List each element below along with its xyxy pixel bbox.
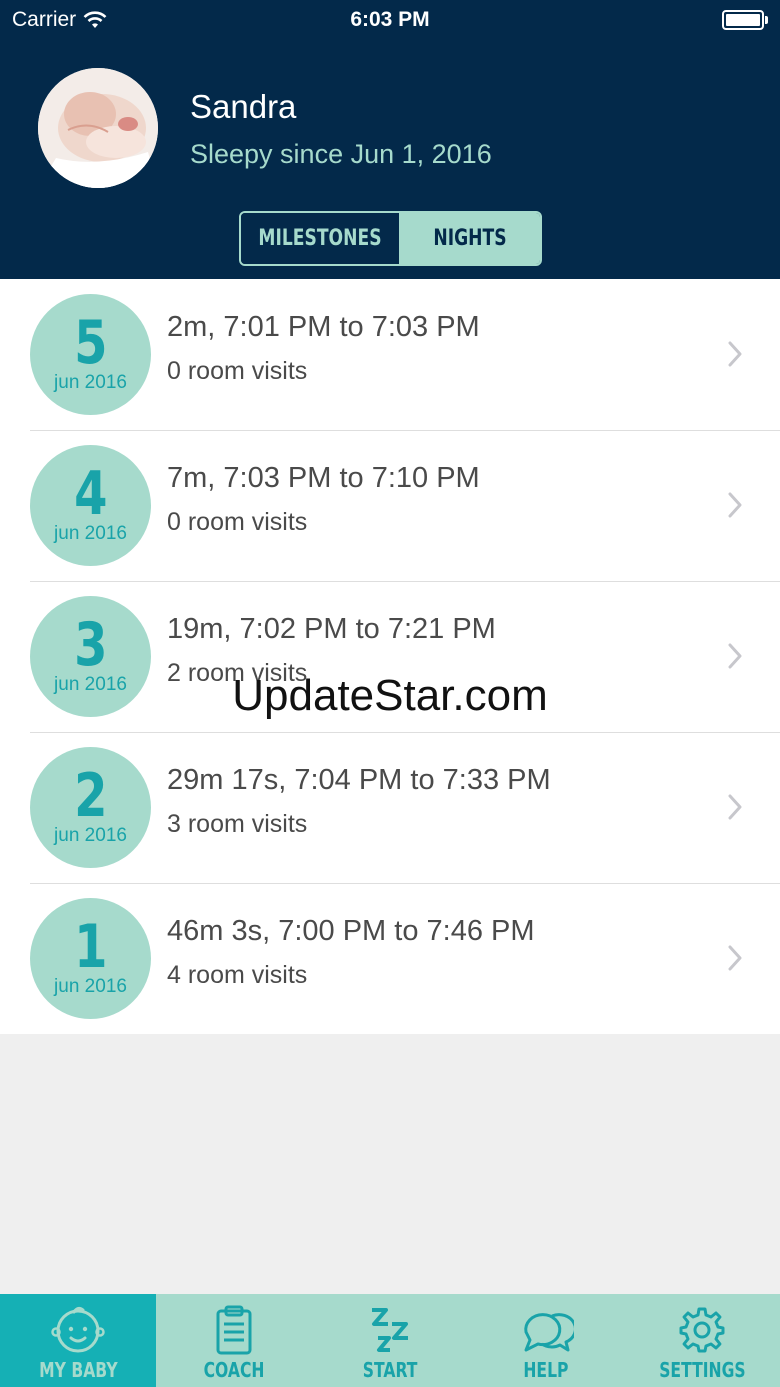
chevron-right-icon [728,643,742,669]
segment-nights-label: NIGHTS [432,226,507,251]
night-room-visits: 2 room visits [167,659,308,687]
night-room-visits: 3 room visits [167,810,308,838]
tab-help-label: HELP [523,1358,569,1382]
night-row[interactable]: 3 jun 2016 19m, 7:02 PM to 7:21 PM 2 roo… [0,581,780,732]
night-month: jun 2016 [54,674,127,695]
battery-icon [722,10,768,30]
night-date-badge: 5 jun 2016 [30,294,151,415]
baby-face-icon [51,1306,105,1353]
status-time: 6:03 PM [350,8,430,31]
night-month: jun 2016 [54,976,127,997]
tab-my-baby-label: MY BABY [38,1358,118,1382]
nights-list: 5 jun 2016 2m, 7:01 PM to 7:03 PM 0 room… [0,279,780,1034]
night-row[interactable]: 1 jun 2016 46m 3s, 7:00 PM to 7:46 PM 4 … [0,883,780,1034]
tab-settings-label: SETTINGS [658,1358,746,1382]
night-duration: 2m, 7:01 PM to 7:03 PM [167,311,480,343]
night-duration: 29m 17s, 7:04 PM to 7:33 PM [167,764,551,796]
night-duration: 19m, 7:02 PM to 7:21 PM [167,613,496,645]
clipboard-icon [216,1305,252,1355]
night-duration: 7m, 7:03 PM to 7:10 PM [167,462,480,494]
baby-photo [38,68,158,188]
night-day-number: 4 [73,459,108,529]
night-row[interactable]: 5 jun 2016 2m, 7:01 PM to 7:03 PM 0 room… [0,279,780,430]
tab-start-label: START [362,1358,418,1382]
night-day-number: 5 [73,308,108,378]
night-day-number: 2 [73,761,108,831]
segment-milestones[interactable]: MILESTONES [241,213,399,264]
chevron-right-icon [728,341,742,367]
night-month: jun 2016 [54,372,127,393]
gear-icon [679,1307,725,1353]
baby-subtitle: Sleepy since Jun 1, 2016 [190,139,492,169]
night-date-badge: 1 jun 2016 [30,898,151,1019]
night-room-visits: 4 room visits [167,961,308,989]
night-date-badge: 2 jun 2016 [30,747,151,868]
night-day-number: 1 [73,912,108,982]
night-room-visits: 0 room visits [167,508,308,536]
baby-name: Sandra [190,88,297,125]
tab-start[interactable]: START [312,1294,468,1387]
chat-bubbles-icon [524,1313,574,1352]
tab-bar: MY BABY COACH START HELP SETTINGS [0,1294,780,1387]
tab-my-baby[interactable]: MY BABY [0,1294,156,1387]
segment-nights[interactable]: NIGHTS [398,213,540,264]
night-date-badge: 4 jun 2016 [30,445,151,566]
tab-coach[interactable]: COACH [156,1294,312,1387]
night-row[interactable]: 4 jun 2016 7m, 7:03 PM to 7:10 PM 0 room… [0,430,780,581]
tab-settings[interactable]: SETTINGS [624,1294,780,1387]
night-room-visits: 0 room visits [167,357,308,385]
chevron-right-icon [728,492,742,518]
view-segmented-control: MILESTONES NIGHTS [239,211,542,266]
tab-coach-label: COACH [203,1358,265,1382]
night-month: jun 2016 [54,523,127,544]
profile-header: Carrier 6:03 PM Sandra Sleepy since Jun … [0,0,780,279]
chevron-right-icon [728,945,742,971]
avatar[interactable] [38,68,158,188]
zzz-icon [372,1308,408,1352]
segment-milestones-label: MILESTONES [258,226,382,251]
night-day-number: 3 [73,610,108,680]
status-bar: Carrier 6:03 PM [0,0,780,40]
chevron-right-icon [728,794,742,820]
night-duration: 46m 3s, 7:00 PM to 7:46 PM [167,915,535,947]
night-row[interactable]: 2 jun 2016 29m 17s, 7:04 PM to 7:33 PM 3… [0,732,780,883]
night-date-badge: 3 jun 2016 [30,596,151,717]
night-month: jun 2016 [54,825,127,846]
tab-help[interactable]: HELP [468,1294,624,1387]
